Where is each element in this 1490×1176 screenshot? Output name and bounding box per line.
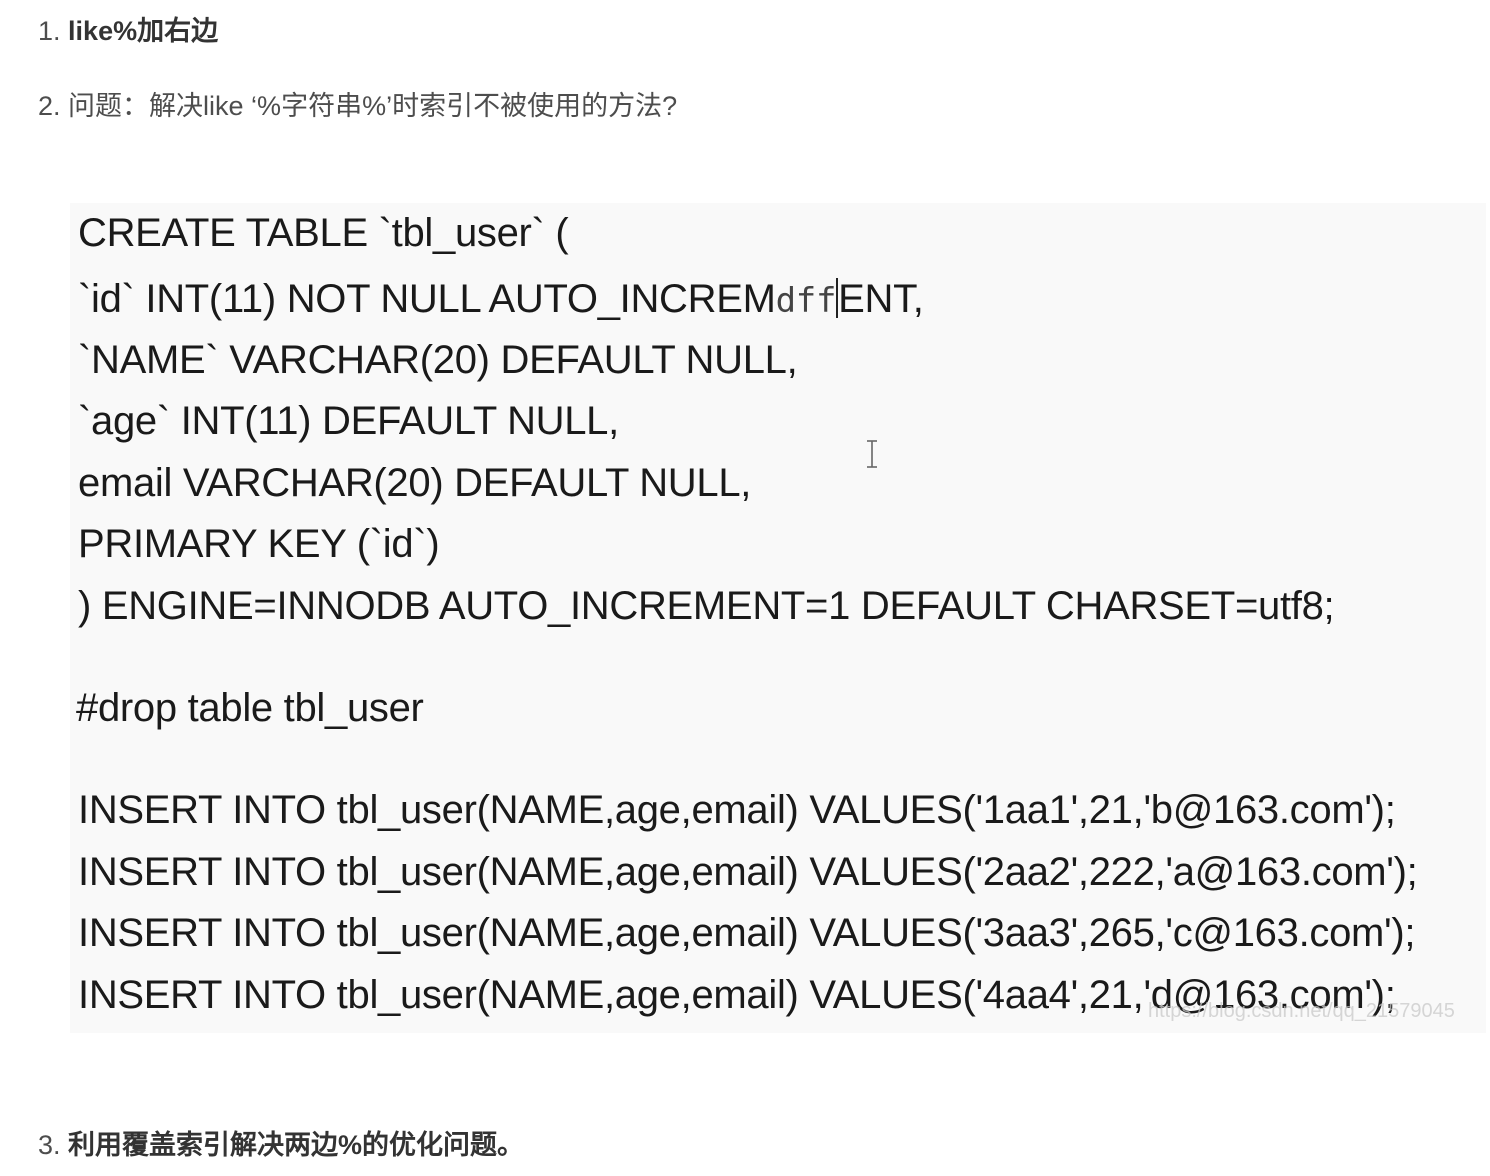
code-line-2-start: `id` INT(11) NOT NULL AUTO_INCREM [78,277,776,321]
code-typed-text: dff [775,281,837,321]
code-screenshot: CREATE TABLE `tbl_user` ( `id` INT(11) N… [70,203,1486,1033]
code-line-2: `id` INT(11) NOT NULL AUTO_INCREMdffENT, [78,275,924,325]
list-text-1: like%加右边 [68,16,219,46]
code-line-6: PRIMARY KEY (`id`) [78,522,440,566]
list-item-3: 3. 利用覆盖索引解决两边%的优化问题。 [38,1128,524,1162]
list-number-1: 1. [38,16,61,46]
code-line-7: ) ENGINE=INNODB AUTO_INCREMENT=1 DEFAULT… [78,584,1335,628]
list-text-3: 利用覆盖索引解决两边%的优化问题。 [68,1130,525,1160]
code-line-3: `NAME` VARCHAR(20) DEFAULT NULL, [78,338,798,382]
code-line-4: `age` INT(11) DEFAULT NULL, [78,399,619,443]
watermark: https://blog.csdn.net/qq_21579045 [1148,1000,1455,1022]
code-line-10: INSERT INTO tbl_user(NAME,age,email) VAL… [78,850,1418,894]
list-item-1: 1. like%加右边 [38,14,218,48]
list-number-2: 2. [38,91,61,121]
text-cursor-icon [867,440,877,468]
code-line-1: CREATE TABLE `tbl_user` ( [78,211,569,255]
code-line-9: INSERT INTO tbl_user(NAME,age,email) VAL… [78,788,1396,832]
code-line-11: INSERT INTO tbl_user(NAME,age,email) VAL… [78,911,1416,955]
code-line-5: email VARCHAR(20) DEFAULT NULL, [78,461,752,505]
code-line-2-end: ENT, [838,277,924,321]
list-item-2: 2. 问题：解决like ‘%字符串%’时索引不被使用的方法? [38,89,677,123]
list-number-3: 3. [38,1130,61,1160]
code-line-8: #drop table tbl_user [76,686,424,730]
list-text-2: 问题：解决like ‘%字符串%’时索引不被使用的方法? [68,91,678,121]
